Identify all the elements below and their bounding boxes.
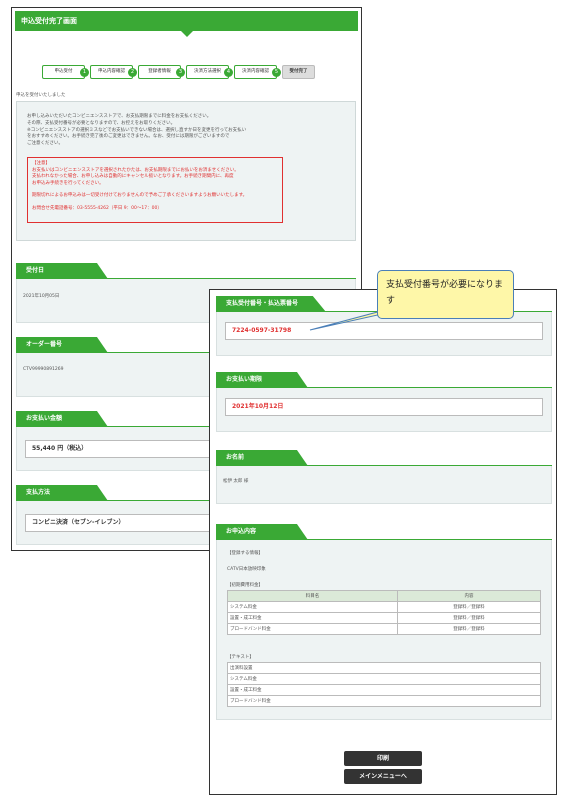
section-payment-deadline: お支払い期限	[216, 372, 552, 388]
payment-deadline-value: 2021年10月12日	[225, 398, 543, 416]
column-header: 料目名	[227, 590, 398, 602]
step-label: 受付完了	[289, 69, 308, 74]
contract-service: CATV日本放映印象	[227, 567, 266, 572]
fees-table: 料目名 内容 システム料金 登録料／登録料 設置・成工料金 登録料／登録料 ブロ…	[227, 590, 541, 635]
notice-line: をおすすめください。お手続き完了後のご変更はできません。なお、受付には期限がござ…	[27, 134, 230, 140]
callout-text: 支払受付番号が必要になります	[386, 280, 504, 306]
step-label: 申込内容確認	[98, 69, 125, 74]
section-title: オーダー番号	[16, 337, 108, 353]
fees-heading: 【初期費用料金】	[227, 583, 263, 588]
section-body: 【登録する情報】 CATV日本放映印象 【初期費用料金】 料目名 内容 システム…	[216, 540, 552, 720]
step-2: 申込内容確認 2	[90, 65, 137, 79]
contract-heading: 【登録する情報】	[227, 551, 263, 556]
step-number: 2	[128, 68, 137, 77]
reception-date-value: 2021年10月05日	[23, 294, 60, 299]
table-header-row: 料目名 内容	[227, 590, 541, 602]
table-row: システム料金	[227, 673, 541, 685]
table-row: ブロードバンド料金	[227, 695, 541, 707]
table-row: 設置・成工料金	[227, 684, 541, 696]
notice-text: お申し込みいただいたコンビニエンスストアで、お支払期限までに料金をお支払ください…	[27, 114, 347, 148]
main-menu-button[interactable]: メインメニューへ	[344, 769, 422, 784]
step-4: 決済方法選択 4	[186, 65, 233, 79]
section-reception-date: 受付日	[16, 263, 356, 279]
table-cell: 登録料／登録料	[397, 612, 541, 624]
section-name: お名前	[216, 450, 552, 466]
table-row: 出演料設置	[227, 662, 541, 674]
section-title: お申込内容	[216, 524, 308, 540]
table-cell: ブロードバンド料金	[227, 695, 541, 707]
progress-steps: 申込受付 1 申込内容確認 2 登録者情報 3 決済方法選択 4 決済内容確認 5 受付完…	[42, 65, 315, 79]
table-cell: 設置・成工料金	[227, 612, 398, 624]
column-header: 内容	[397, 590, 541, 602]
table-cell: 出演料設置	[227, 662, 541, 674]
step-label: 決済方法選択	[194, 69, 221, 74]
confirmation-page-front: 支払受付番号・払込票番号 7224-0597-31798 お支払い期限 2021…	[209, 289, 557, 795]
step-label: 登録者情報	[148, 69, 171, 74]
step-label: 決済内容確認	[242, 69, 269, 74]
table-cell: 登録料／登録料	[397, 623, 541, 635]
section-title: お支払い期限	[216, 372, 308, 388]
notice-line: ご注意ください。	[27, 141, 63, 147]
section-title: 受付日	[16, 263, 108, 279]
step-complete: 受付完了	[282, 65, 315, 79]
text-heading: 【テキスト】	[227, 655, 254, 660]
notice-line: お申し込みいただいたコンビニエンスストアで、お支払期限までに料金をお支払ください…	[27, 114, 212, 119]
contact-phone: お問合せ先電話番号：03-5555-4262（平日 9：00〜17：00）	[32, 205, 162, 211]
notice-box: お申し込みいただいたコンビニエンスストアで、お支払期限までに料金をお支払ください…	[16, 101, 356, 241]
step-number: 1	[80, 68, 89, 77]
table-cell: システム料金	[227, 673, 541, 685]
text-table: 出演料設置 システム料金 設置・成工料金 ブロードバンド料金	[227, 662, 541, 707]
table-cell: 設置・成工料金	[227, 684, 541, 696]
table-row: システム料金 登録料／登録料	[227, 601, 541, 613]
section-title: お支払い金額	[16, 411, 108, 427]
table-cell: 登録料／登録料	[397, 601, 541, 613]
section-title: 支払方法	[16, 485, 108, 501]
step-5: 決済内容確認 5	[234, 65, 281, 79]
section-application-details: お申込内容	[216, 524, 552, 540]
callout-balloon: 支払受付番号が必要になります	[377, 270, 514, 319]
page-title: 申込受付完了画面	[15, 11, 358, 37]
print-button[interactable]: 印刷	[344, 751, 422, 766]
table-cell: ブロードバンド料金	[227, 623, 398, 635]
section-title: お名前	[216, 450, 308, 466]
section-body: 2021年10月12日	[216, 388, 552, 432]
step-3: 登録者情報 3	[138, 65, 185, 79]
received-note: 申込を受付いたしました	[16, 93, 66, 98]
table-row: ブロードバンド料金 登録料／登録料	[227, 623, 541, 635]
notice-line: その際、支払受付番号が必要となりますので、お控えをお取りください。	[27, 120, 176, 126]
warning-box: 【注意】 お支払いはコンビニエンスストアを選択されたかたは、お支払期限までにお払…	[27, 157, 283, 223]
table-cell: システム料金	[227, 601, 398, 613]
warning-line: 期限切れによるお申込みは一切受け付けておりませんので予めご了承くださいますようお…	[32, 193, 248, 198]
customer-name-value: 松伊 太郎 様	[223, 479, 249, 484]
step-number: 3	[176, 68, 185, 77]
order-number-value: CTV99990891269	[23, 367, 64, 372]
step-number: 4	[224, 68, 233, 77]
section-body: 松伊 太郎 様	[216, 466, 552, 504]
step-number: 5	[272, 68, 281, 77]
table-row: 設置・成工料金 登録料／登録料	[227, 612, 541, 624]
step-label: 申込受付	[54, 69, 73, 74]
step-1: 申込受付 1	[42, 65, 89, 79]
